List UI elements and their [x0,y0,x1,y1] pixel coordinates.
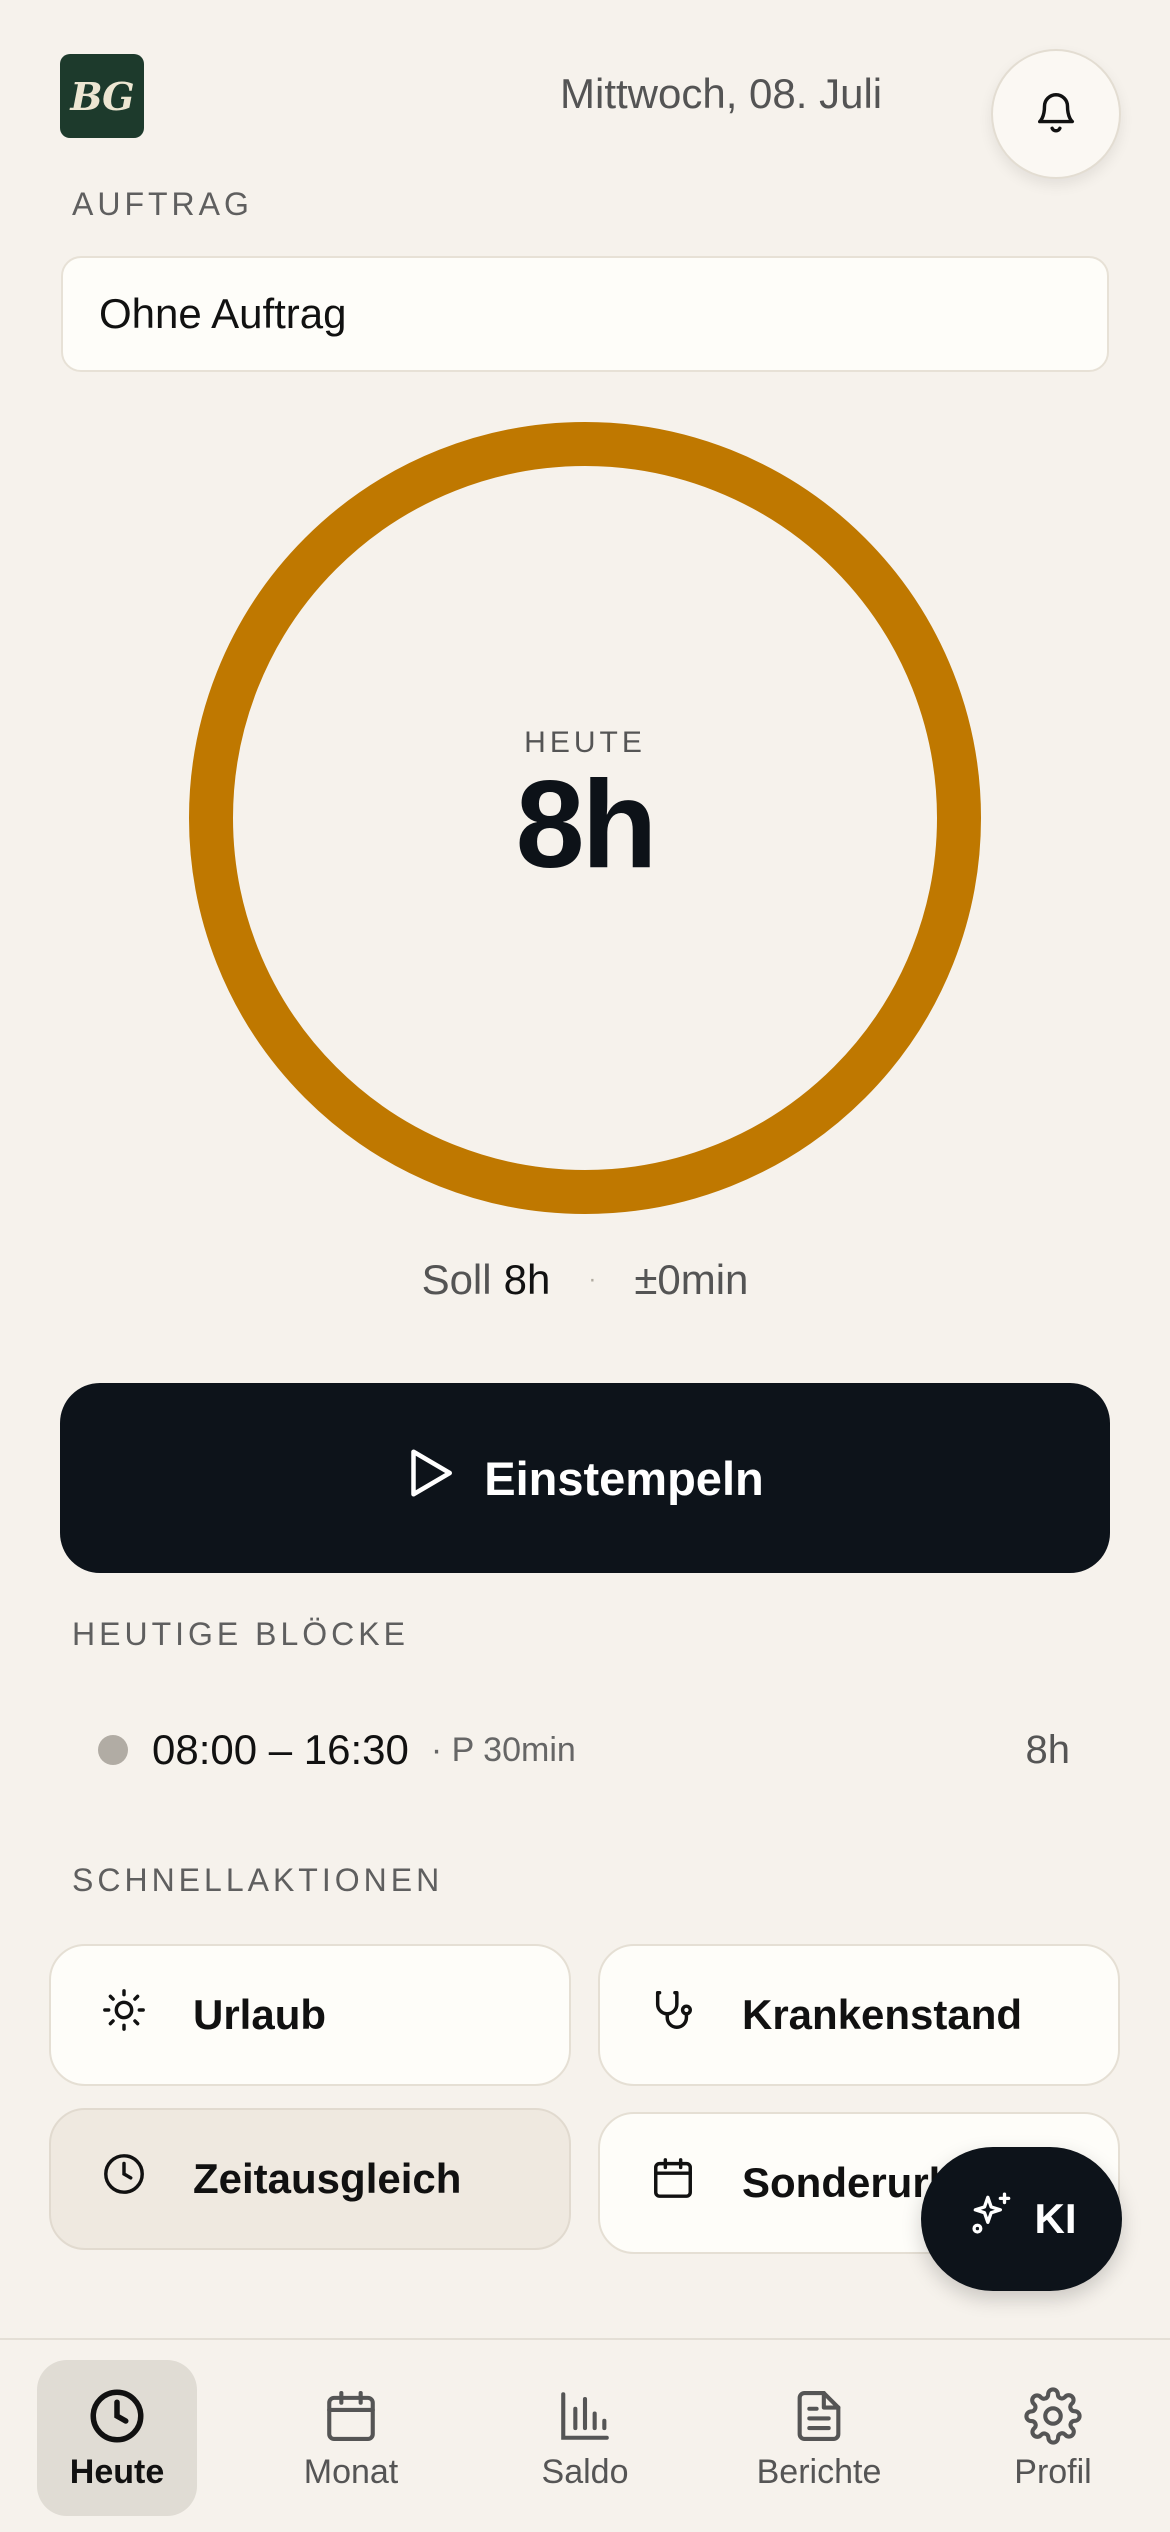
stethoscope-icon [650,1987,742,2043]
sparkles-icon [967,2189,1035,2249]
quick-action-label: Krankenstand [742,1991,1023,2038]
calendar-icon [322,2385,380,2447]
quick-action-label: Zeitausgleich [193,2155,462,2202]
quick-action-sick-leave[interactable]: Krankenstand [598,1944,1120,2086]
app-logo: BG [60,54,144,138]
notifications-button[interactable] [991,49,1121,179]
block-time: 08:00 – 16:30 [152,1726,409,1773]
block-pause: · P 30min [430,1730,576,1769]
tab-label: Berichte [756,2452,882,2491]
today-hours: 8h [515,755,658,894]
separator-dot: · [588,1266,597,1293]
tab-heute[interactable]: Heute [37,2360,197,2516]
tab-label: Saldo [541,2452,629,2491]
tab-label: Heute [69,2452,165,2491]
target-label: Soll [421,1256,492,1303]
blocks-section-label: HEUTIGE BLÖCKE [72,1616,409,1652]
quick-actions-section-label: SCHNELLAKTIONEN [72,1862,444,1898]
bar-chart-icon [556,2385,614,2447]
ki-assistant-button[interactable]: KI [921,2147,1122,2291]
order-select-value: Ohne Auftrag [99,290,347,337]
bell-icon [1033,87,1079,142]
target-summary: Soll 8h · ±0min [0,1250,1170,1310]
tab-saldo[interactable]: Saldo [505,2360,665,2516]
quick-action-vacation[interactable]: Urlaub [49,1944,571,2086]
calendar-icon [650,2155,742,2211]
clock-icon [87,2385,147,2447]
block-hours: 8h [1025,1727,1071,1772]
today-label: HEUTE [524,725,646,759]
tab-monat[interactable]: Monat [271,2360,431,2516]
gear-icon [1024,2385,1082,2447]
sun-icon [101,1987,193,2043]
current-date: Mittwoch, 08. Juli [560,70,883,117]
target-value: 8h [503,1256,551,1303]
order-select[interactable]: Ohne Auftrag [61,256,1109,372]
tab-label: Monat [303,2452,399,2491]
ring-center: HEUTE 8h [189,422,981,1214]
clock-icon [101,2151,193,2207]
balance-value: ±0min [634,1256,749,1303]
play-icon [406,1445,484,1512]
document-icon [790,2385,848,2447]
bottom-tab-bar: Heute Monat Saldo Berichte Profil [0,2338,1170,2532]
quick-action-label: Urlaub [193,1991,327,2038]
tab-berichte[interactable]: Berichte [739,2360,899,2516]
tab-label: Profil [1014,2452,1092,2491]
tab-profil[interactable]: Profil [973,2360,1133,2516]
ki-label: KI [1034,2195,1077,2242]
clock-in-label: Einstempeln [484,1451,764,1505]
clock-in-button[interactable]: Einstempeln [60,1383,1110,1573]
block-status-dot [98,1735,128,1765]
quick-action-time-compensation[interactable]: Zeitausgleich [49,2108,571,2250]
time-block-row[interactable]: 08:00 – 16:30 · P 30min 8h [60,1710,1110,1790]
order-section-label: AUFTRAG [72,186,253,222]
